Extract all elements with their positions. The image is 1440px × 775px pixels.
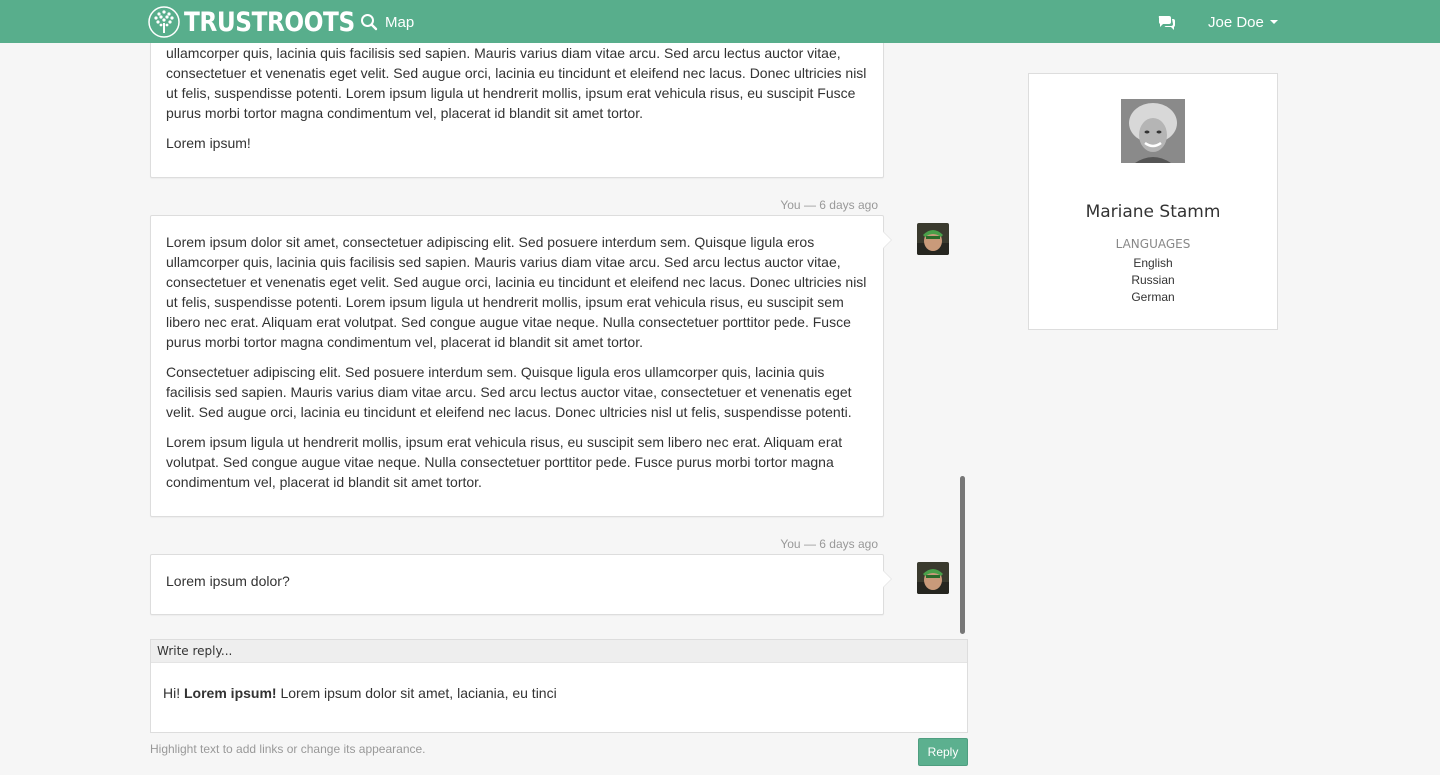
profile-card: Mariane Stamm Languages English Russian … [1028, 73, 1278, 330]
message-paragraph: Consectetuer adipiscing elit. Sed posuer… [166, 364, 852, 420]
message-pointer-fill [883, 232, 891, 248]
message-paragraph: Lorem ipsum ligula ut hendrerit mollis, … [166, 434, 843, 490]
reply-editor-header: Write reply... [151, 640, 967, 663]
language-item: Russian [1131, 273, 1175, 287]
search-icon [361, 14, 378, 31]
user-name: Joe Doe [1208, 13, 1264, 31]
reply-hint: Highlight text to add links or change it… [150, 742, 426, 756]
message-paragraph: Lorem ipsum! [166, 135, 251, 151]
message-paragraph: Lorem ipsum dolor? [166, 573, 290, 589]
message-meta: You — 6 days ago [780, 537, 878, 551]
language-item: German [1131, 290, 1175, 304]
user-menu-toggle[interactable]: Joe Doe [1208, 12, 1278, 32]
brand-link[interactable]: TRUSTROOTS [148, 5, 383, 39]
brand-name: TRUSTROOTS [184, 6, 355, 38]
reply-text-bold: Lorem ipsum! [184, 685, 277, 701]
message-meta: You — 6 days ago [780, 198, 878, 212]
languages-list: English Russian German [1029, 255, 1277, 306]
user-avatar-image [917, 223, 949, 255]
messages-button[interactable] [1157, 12, 1177, 32]
chat-bubbles-icon [1158, 16, 1176, 30]
message-pointer-fill [883, 571, 891, 587]
message-thread-item: Lorem ipsum dolor? [150, 554, 892, 615]
message-paragraph: Lorem ipsum dolor sit amet, consectetuer… [166, 234, 867, 350]
user-avatar-image [917, 562, 949, 594]
reply-button[interactable]: Reply [918, 738, 968, 766]
languages-heading: Languages [1115, 237, 1191, 251]
tree-logo-icon [148, 6, 180, 38]
top-navbar: TRUSTROOTS Map Joe Doe [0, 0, 1440, 43]
message-thread-item: Lorem ipsum dolor sit amet, consectetuer… [150, 215, 892, 517]
reply-text-rest: Lorem ipsum dolor sit amet, laciania, eu… [276, 685, 557, 701]
message-thread-item: ullamcorper quis, lacinia quis facilisis… [150, 30, 884, 178]
reply-textarea[interactable]: Hi! Lorem ipsum! Lorem ipsum dolor sit a… [151, 663, 967, 723]
message-paragraph: ullamcorper quis, lacinia quis facilisis… [166, 45, 867, 121]
sender-avatar[interactable] [917, 223, 949, 255]
sender-avatar[interactable] [917, 562, 949, 594]
profile-avatar-image [1121, 99, 1185, 163]
profile-name[interactable]: Mariane Stamm [1029, 202, 1277, 222]
language-item: English [1133, 256, 1173, 270]
nav-map-label: Map [385, 13, 415, 31]
reply-editor: Write reply... Hi! Lorem ipsum! Lorem ip… [150, 639, 968, 733]
nav-map-link[interactable]: Map [360, 11, 414, 33]
thread-scrollbar[interactable] [960, 476, 965, 634]
profile-photo[interactable] [1121, 99, 1185, 163]
caret-down-icon [1269, 20, 1278, 24]
reply-text-greeting: Hi! [163, 685, 184, 701]
